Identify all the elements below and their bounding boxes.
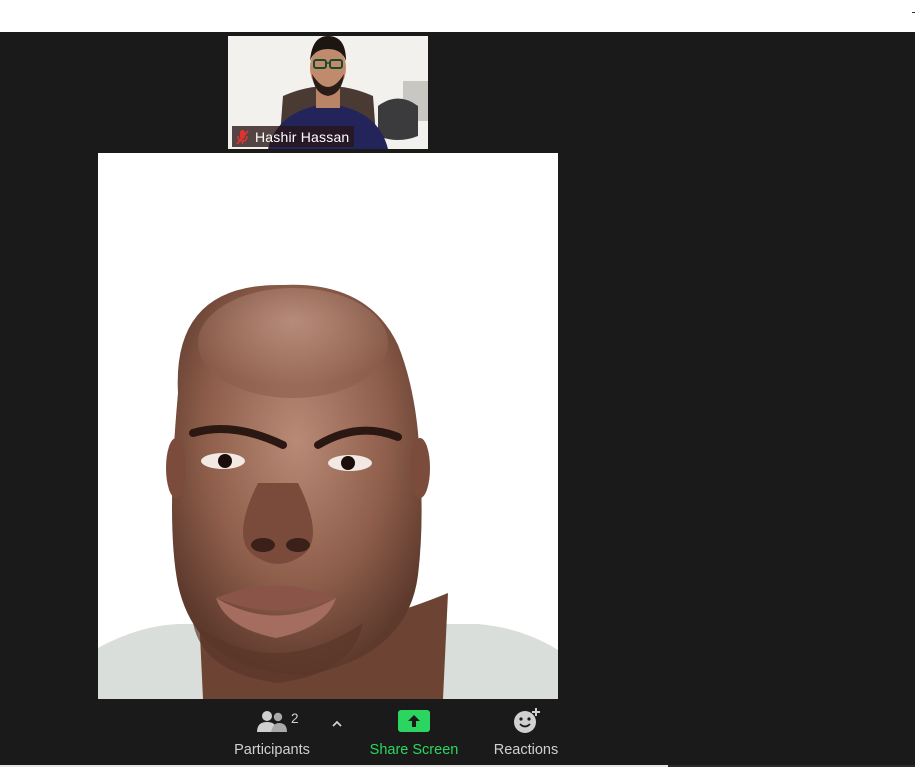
reaction-smiley-icon <box>514 708 540 733</box>
participants-icon <box>257 711 287 732</box>
participants-label: Participants <box>234 742 310 758</box>
participant-thumbnail[interactable]: Hashir Hassan <box>228 36 428 149</box>
participants-button[interactable]: 2 Participants <box>226 700 318 765</box>
window-title-bar <box>0 0 915 32</box>
chevron-up-icon <box>332 720 342 727</box>
share-screen-label: Share Screen <box>369 742 459 758</box>
share-screen-button[interactable]: Share Screen <box>366 700 462 765</box>
participant-name: Hashir Hassan <box>255 128 350 145</box>
mic-muted-icon <box>236 129 249 145</box>
reactions-label: Reactions <box>493 742 559 758</box>
speaker-video-frame <box>98 153 558 699</box>
participants-count: 2 <box>291 711 299 726</box>
share-screen-icon <box>398 710 430 732</box>
participants-menu-caret[interactable] <box>326 712 348 734</box>
participant-name-tag: Hashir Hassan <box>232 126 355 147</box>
reactions-button[interactable]: Reactions <box>490 700 562 765</box>
meeting-toolbar: 2 Participants Share Screen Reactions <box>0 700 915 765</box>
main-speaker-video[interactable] <box>98 153 558 699</box>
